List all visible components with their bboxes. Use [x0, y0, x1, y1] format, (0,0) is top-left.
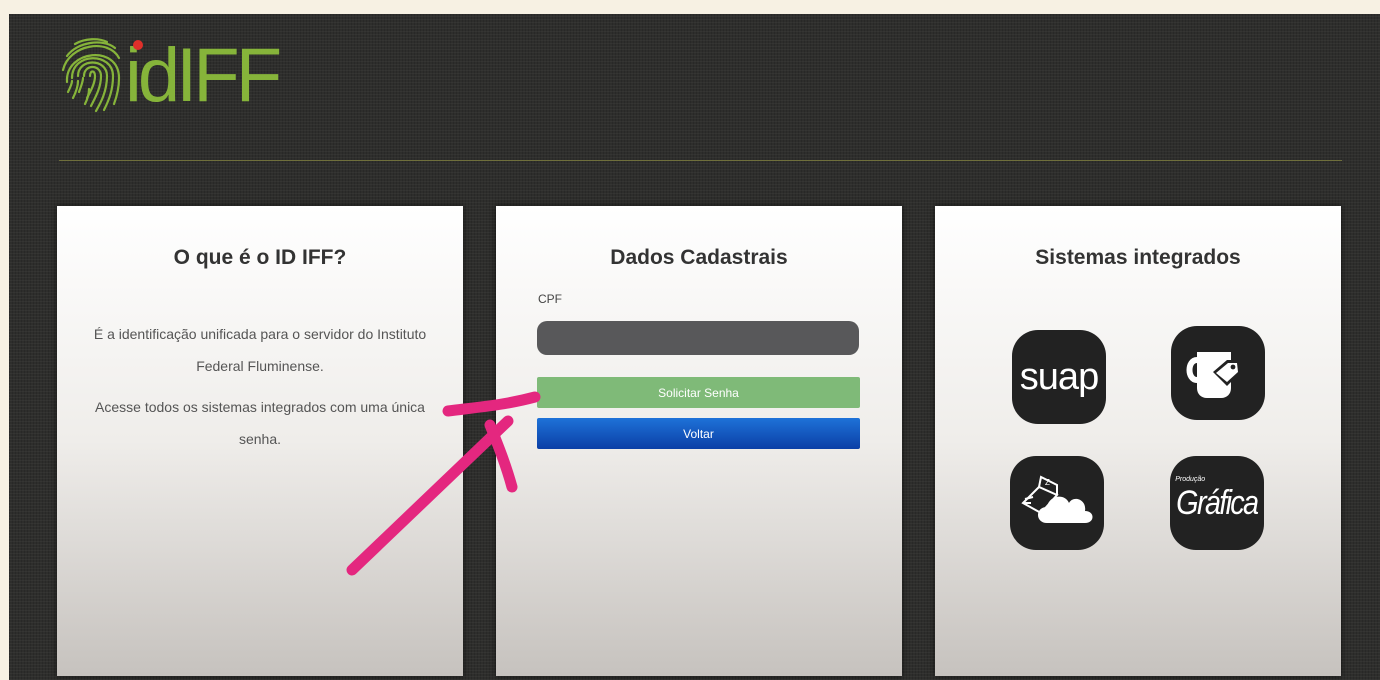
grafica-icon: Produção Gráfica — [1169, 476, 1265, 523]
grafica-sublabel: Produção — [1175, 475, 1206, 483]
registration-panel: Dados Cadastrais CPF Solicitar Senha Vol… — [496, 206, 902, 676]
about-title: O que é o ID IFF? — [173, 246, 347, 269]
logo-wordmark: idIFF — [125, 38, 282, 114]
svg-text:Z: Z — [1045, 478, 1050, 487]
suap-icon: suap — [1019, 355, 1099, 398]
about-paragraph-1: É a identificação unificada para o servi… — [93, 326, 427, 374]
systems-title: Sistemas integrados — [1035, 246, 1241, 269]
about-description: É a identificação unificada para o servi… — [77, 318, 443, 464]
mug-tag-icon — [1186, 352, 1241, 398]
logo-text: idIFF — [125, 33, 282, 118]
cpf-label: CPF — [538, 292, 562, 306]
about-paragraph-2: Acesse todos os sistemas integrados com … — [95, 399, 425, 447]
request-password-button[interactable]: Solicitar Senha — [537, 377, 860, 408]
grafica-app-button[interactable]: Produção Gráfica — [1170, 456, 1264, 550]
back-button[interactable]: Voltar — [537, 418, 860, 449]
integrated-systems-panel: Sistemas integrados suap Z Produção Gráf… — [935, 206, 1341, 676]
suap-app-button[interactable]: suap — [1012, 330, 1106, 424]
mug-app-button[interactable] — [1171, 326, 1265, 420]
about-panel: O que é o ID IFF? É a identificação unif… — [57, 206, 463, 676]
cloud-app-button[interactable]: Z — [1010, 456, 1104, 550]
header-divider — [59, 160, 1342, 161]
registration-title: Dados Cadastrais — [610, 246, 788, 269]
grafica-label: Gráfica — [1176, 483, 1259, 522]
logo-red-dot — [133, 40, 143, 50]
cpf-input[interactable] — [537, 321, 859, 355]
box-cloud-icon: Z — [1021, 475, 1093, 523]
fingerprint-icon — [61, 38, 121, 113]
idiff-logo[interactable]: idIFF — [57, 26, 282, 126]
page-frame: idIFF O que é o ID IFF? É a identificaçã… — [9, 14, 1380, 680]
